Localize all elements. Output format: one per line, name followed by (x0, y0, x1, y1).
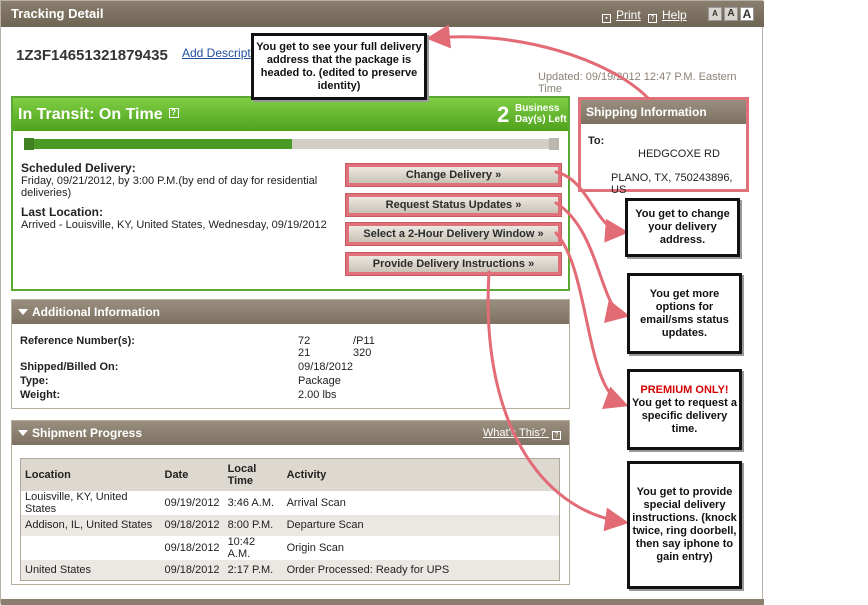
reference-value-2: 21 320 (298, 347, 372, 359)
collapse-icon (18, 430, 28, 436)
cell-activity: Arrival Scan (286, 496, 346, 509)
cell-date: 09/18/2012 (160, 514, 224, 536)
callout-delivery-instructions: You get to provide special delivery inst… (627, 461, 742, 589)
scheduled-delivery-line2: deliveries) (21, 187, 72, 199)
collapse-icon (18, 309, 28, 315)
callout-delivery-window: PREMIUM ONLY! You get to request a speci… (627, 369, 742, 450)
delivery-progress-bar (24, 138, 559, 150)
table-row: Addison, IL, United States 09/18/2012 8:… (20, 514, 560, 536)
shipped-label: Shipped/Billed On: (20, 361, 119, 373)
print-link[interactable]: ▪ Print (602, 8, 641, 23)
ship-to-city: PLANO, TX, 750243896, US (611, 172, 733, 196)
scheduled-delivery-line1: Friday, 09/21/2012, by 3:00 P.M.(by end … (21, 175, 318, 187)
shipped-value: 09/18/2012 (298, 361, 354, 373)
reference-value-1: 72 /P11 (298, 335, 375, 347)
progress-start-cap (24, 138, 34, 150)
tracking-number: 1Z3F14651321879435 (16, 47, 168, 64)
cell-date: 09/18/2012 (160, 559, 224, 581)
additional-information-section: Additional Information Reference Number(… (11, 299, 570, 409)
updated-timestamp: Updated: 09/19/2012 12:47 P.M. Eastern T… (538, 71, 737, 95)
title-bar: Tracking Detail ▪ Print ? Help A A A (1, 1, 764, 27)
shipping-information-box: Shipping Information To: HEDGCOXE RD PLA… (578, 97, 749, 196)
ship-to-label: To: (588, 135, 605, 147)
table-header-row: Location Date Local Time Activity (20, 458, 560, 491)
table-row: 09/18/2012 10:42 A.M. Origin Scan (21, 536, 560, 560)
callout-address: You get to see your full delivery addres… (251, 33, 427, 100)
type-value: Package (298, 375, 341, 387)
status-header: In Transit: On Time? 2 Business Day(s) Le… (13, 98, 568, 131)
cell-date: 09/19/2012 (164, 496, 220, 509)
column-header: Date (160, 458, 224, 491)
shipment-progress-header[interactable]: Shipment Progress What's This? ? (12, 421, 569, 445)
help-icon: ? (648, 14, 657, 23)
delivery-window-button[interactable]: Select a 2-Hour Delivery Window » (346, 223, 561, 245)
cell-location: Addison, IL, United States (20, 514, 161, 536)
info-icon: ? (552, 431, 561, 440)
help-link[interactable]: ? Help (648, 8, 687, 23)
status-title: In Transit: On Time? (18, 106, 179, 124)
shipping-information-header: Shipping Information (581, 100, 746, 124)
request-status-updates-button[interactable]: Request Status Updates » (346, 194, 561, 216)
weight-value: 2.00 lbs (298, 389, 337, 401)
cell-location: Louisville, KY, United States (25, 490, 128, 515)
table-row: Louisville, KY, United States 09/19/2012… (21, 491, 560, 515)
progress-end-cap (549, 138, 559, 150)
font-size-medium-button[interactable]: A (724, 7, 738, 21)
type-label: Type: (20, 375, 49, 387)
column-header: Activity (282, 458, 560, 491)
ship-to-street: HEDGCOXE RD (638, 148, 720, 160)
reference-label: Reference Number(s): (20, 335, 135, 347)
cell-location: United States (20, 559, 161, 581)
cell-time: 2:17 P.M. (223, 559, 283, 581)
cell-activity: Departure Scan (282, 514, 560, 536)
delivery-instructions-button[interactable]: Provide Delivery Instructions » (346, 253, 561, 275)
callout-status-updates: You get more options for email/sms statu… (627, 273, 742, 354)
cell-location (21, 536, 161, 560)
cell-time: 10:42 A.M. (227, 535, 256, 560)
font-size-large-button[interactable]: A (740, 7, 754, 21)
whats-this-link[interactable]: What's This? ? (483, 421, 561, 445)
last-location-value: Arrived - Louisville, KY, United States,… (21, 219, 327, 231)
column-header: Location (20, 458, 161, 491)
additional-information-header[interactable]: Additional Information (12, 300, 569, 324)
progress-fill (24, 139, 292, 149)
weight-label: Weight: (20, 389, 61, 401)
window-title: Tracking Detail (11, 6, 104, 21)
premium-only-label: PREMIUM ONLY! (640, 383, 729, 396)
shipment-progress-section: Shipment Progress What's This? ? Locatio… (11, 420, 570, 585)
cell-activity: Origin Scan (286, 541, 345, 554)
column-header: Local Time (223, 458, 283, 491)
shipment-progress-table: Location Date Local Time Activity Louisv… (20, 458, 560, 581)
status-panel: In Transit: On Time? 2 Business Day(s) Le… (11, 96, 570, 291)
change-delivery-button[interactable]: Change Delivery » (346, 164, 561, 186)
cell-time: 3:46 A.M. (227, 496, 275, 509)
cell-date: 09/18/2012 (164, 541, 220, 554)
bottom-border (1, 599, 764, 605)
scheduled-delivery-label: Scheduled Delivery: (21, 161, 136, 175)
days-left-label: Business Day(s) Left (515, 103, 567, 125)
last-location-label: Last Location: (21, 205, 104, 219)
days-left-number: 2 (497, 102, 510, 127)
print-icon: ▪ (602, 14, 611, 23)
table-row: United States 09/18/2012 2:17 P.M. Order… (20, 559, 560, 581)
cell-activity: Order Processed: Ready for UPS (282, 559, 560, 581)
callout-change-delivery: You get to change your delivery address. (625, 198, 740, 257)
info-icon[interactable]: ? (168, 108, 179, 118)
cell-time: 8:00 P.M. (223, 514, 283, 536)
font-size-small-button[interactable]: A (708, 7, 722, 21)
